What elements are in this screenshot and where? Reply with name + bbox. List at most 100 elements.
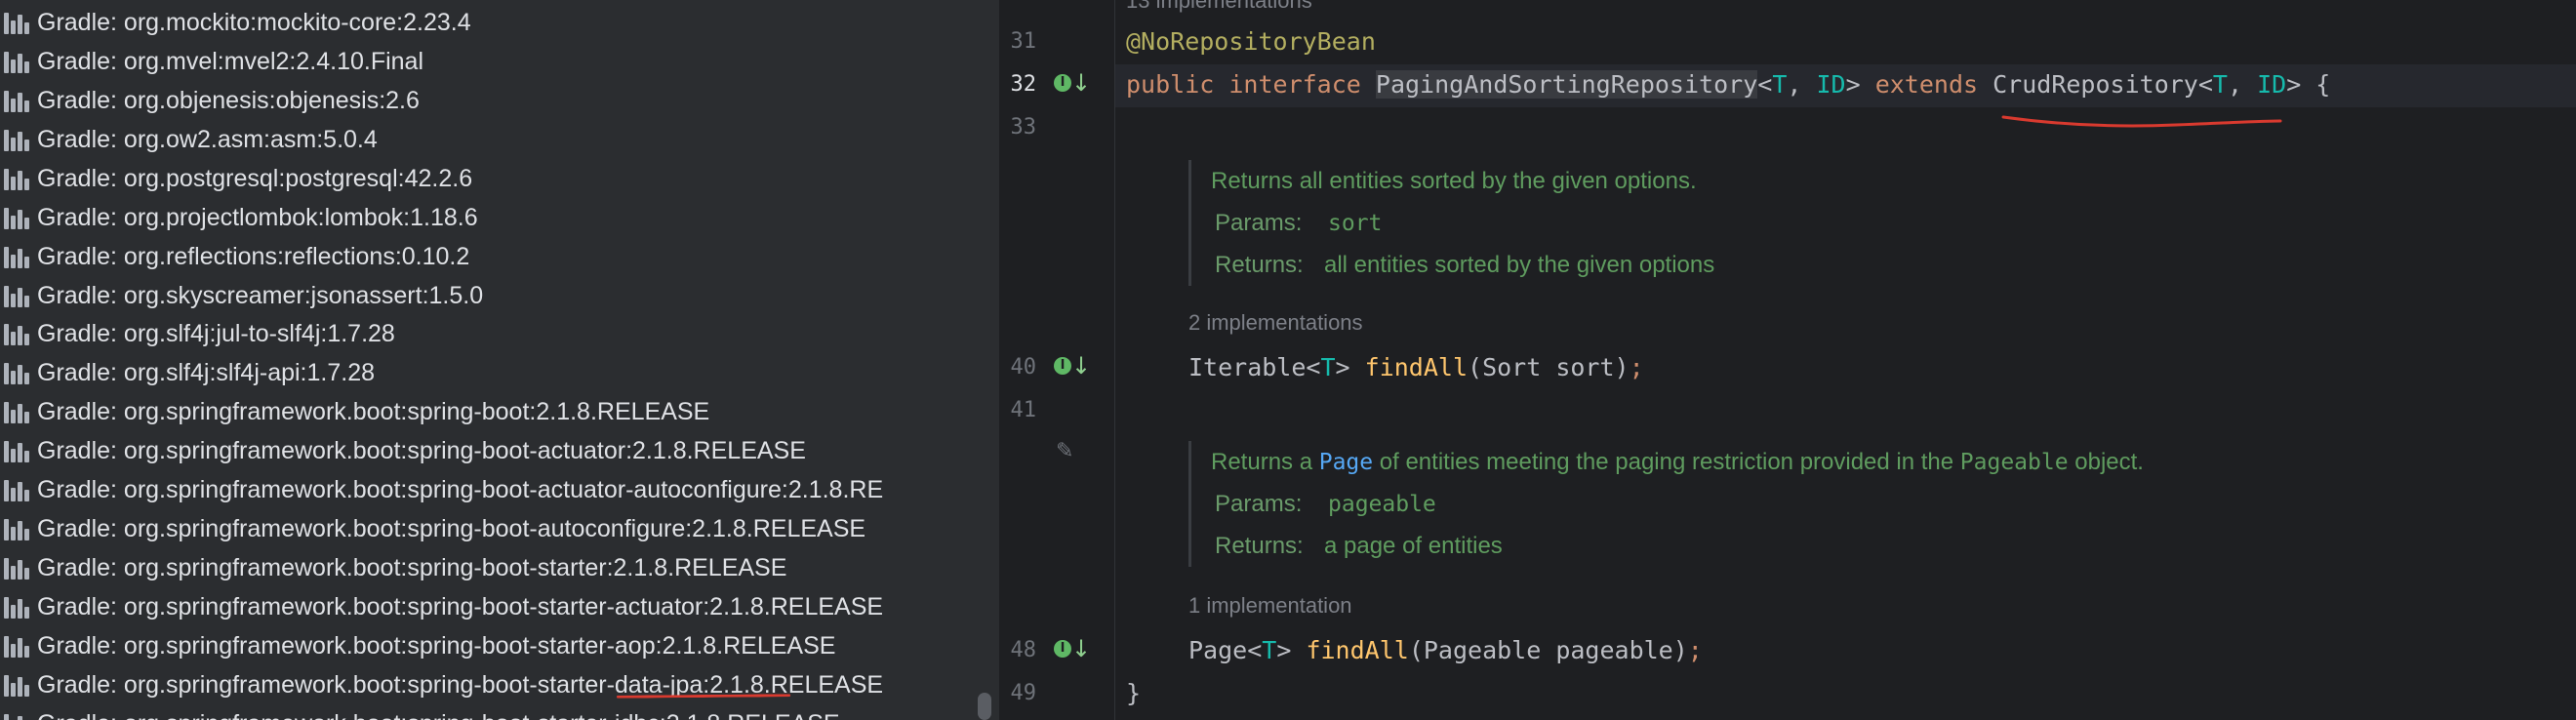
library-icon [2, 398, 31, 425]
library-item[interactable]: Gradle: org.springframework.boot:spring-… [0, 626, 835, 665]
editor-gutter: 31 32 33 40 41 48 49 I ↓ I ↓ I ↓ ✎ [1001, 0, 1115, 720]
library-item[interactable]: Gradle: org.postgresql:postgresql:42.2.6 [0, 159, 472, 198]
code-line-31: @NoRepositoryBean [1126, 27, 1376, 56]
library-item[interactable]: Gradle: org.springframework.boot:spring-… [0, 431, 806, 470]
library-item[interactable]: Gradle: org.slf4j:slf4j-api:1.7.28 [0, 353, 375, 392]
library-icon [2, 243, 31, 270]
doc-summary: Returns all entities sorted by the given… [1211, 168, 1697, 194]
library-name: Gradle: org.springframework.boot:spring-… [37, 553, 787, 581]
token: > [1845, 70, 1875, 99]
library-name: Gradle: org.skyscreamer:jsonassert:1.5.0 [37, 281, 484, 309]
library-icon [2, 437, 31, 464]
method-name[interactable]: findAll [1306, 636, 1408, 664]
keyword: extends [1874, 70, 1979, 99]
line-number: 32 [1010, 72, 1037, 97]
implementations-hint[interactable]: 1 implementation [1188, 593, 1352, 619]
library-item[interactable]: Gradle: org.springframework.boot:spring-… [0, 548, 786, 587]
implemented-by-icon[interactable]: I ↓ [1054, 353, 1091, 382]
library-name: Gradle: org.projectlombok:lombok:1.18.6 [37, 203, 478, 231]
method-args: (Pageable pageable) [1408, 636, 1688, 664]
token: < [1247, 636, 1263, 664]
javadoc-block: Returns all entities sorted by the given… [1188, 160, 1714, 286]
line-number: 33 [1010, 115, 1037, 140]
library-name: Gradle: org.springframework.boot:spring-… [37, 475, 884, 503]
library-name: Gradle: org.springframework.boot:spring-… [37, 514, 866, 542]
library-name: Gradle: org.objenesis:objenesis:2.6 [37, 86, 420, 114]
library-name: Gradle: org.springframework.boot:spring-… [37, 436, 806, 464]
line-number: 40 [1010, 355, 1037, 380]
library-icon [2, 554, 31, 581]
line-number: 31 [1010, 29, 1037, 54]
type-param: T [1320, 353, 1336, 381]
library-name: Gradle: org.springframework.boot:spring-… [37, 631, 836, 660]
interface-name: PagingAndSortingRepository [1375, 70, 1758, 99]
token: ; [1687, 636, 1703, 664]
doc-label: Returns: [1215, 252, 1304, 278]
code-line-40: Iterable<T> findAll(Sort sort); [1188, 353, 1644, 381]
scrollbar-thumb[interactable] [978, 693, 991, 720]
implementations-hint[interactable]: 2 implementations [1188, 310, 1363, 336]
library-item[interactable]: Gradle: org.mvel:mvel2:2.4.10.Final [0, 42, 423, 81]
library-name: Gradle: org.mvel:mvel2:2.4.10.Final [37, 47, 424, 75]
token: < [2197, 70, 2213, 99]
doc-label: Params: [1215, 210, 1303, 236]
token: , [2227, 70, 2258, 99]
library-icon [2, 9, 31, 36]
library-icon [2, 671, 31, 699]
library-icon [2, 165, 31, 192]
doc-params: Params: pageable [1211, 483, 2144, 525]
library-icon [2, 126, 31, 153]
library-name: Gradle: org.springframework.boot:spring-… [37, 710, 840, 720]
implementations-hint[interactable]: 13 implementations [1126, 0, 1312, 14]
library-item[interactable]: Gradle: org.springframework.boot:spring-… [0, 704, 840, 720]
doc-param-name: sort [1328, 211, 1383, 236]
doc-summary: Returns a Page of entities meeting the p… [1211, 441, 2144, 483]
library-icon [2, 87, 31, 114]
library-item[interactable]: Gradle: org.objenesis:objenesis:2.6 [0, 81, 420, 120]
doc-link[interactable]: Page [1319, 450, 1373, 475]
library-item[interactable]: Gradle: org.reflections:reflections:0.10… [0, 237, 469, 276]
code-editor[interactable]: 31 32 33 40 41 48 49 I ↓ I ↓ I ↓ ✎ 13 imple… [1001, 0, 2576, 720]
library-icon [2, 204, 31, 231]
library-name: Gradle: org.postgresql:postgresql:42.2.6 [37, 164, 473, 192]
doc-code: Pageable [1959, 450, 2069, 475]
library-item[interactable]: Gradle: org.springframework.boot:spring-… [0, 509, 865, 548]
library-item[interactable]: Gradle: org.springframework.boot:spring-… [0, 665, 883, 704]
library-item[interactable]: Gradle: org.skyscreamer:jsonassert:1.5.0 [0, 276, 483, 315]
code-line-32: public interface PagingAndSortingReposit… [1126, 70, 2330, 99]
library-icon [2, 282, 31, 309]
library-name: Gradle: org.reflections:reflections:0.10… [37, 242, 470, 270]
javadoc-block: Returns a Page of entities meeting the p… [1188, 441, 2144, 567]
library-name: Gradle: org.ow2.asm:asm:5.0.4 [37, 125, 378, 153]
library-item[interactable]: Gradle: org.projectlombok:lombok:1.18.6 [0, 198, 478, 237]
code-line-49: } [1126, 679, 1141, 707]
library-icon [2, 710, 31, 720]
library-item[interactable]: Gradle: org.springframework.boot:spring-… [0, 587, 883, 626]
keyword: public [1126, 70, 1215, 99]
library-name: Gradle: org.springframework.boot:spring-… [37, 397, 710, 425]
library-name: Gradle: org.slf4j:jul-to-slf4j:1.7.28 [37, 319, 395, 347]
library-item[interactable]: Gradle: org.ow2.asm:asm:5.0.4 [0, 120, 378, 159]
token: > [1335, 353, 1365, 381]
implemented-by-icon[interactable]: I ↓ [1054, 70, 1091, 100]
library-icon [2, 593, 31, 620]
library-item[interactable]: Gradle: org.springframework.boot:spring-… [0, 392, 709, 431]
pencil-icon[interactable]: ✎ [1056, 439, 1073, 463]
library-item[interactable]: Gradle: org.mockito:mockito-core:2.23.4 [0, 3, 471, 42]
doc-text: of entities meeting the paging restricti… [1373, 449, 1960, 475]
implemented-by-icon[interactable]: I ↓ [1054, 636, 1091, 665]
super-interface-name[interactable]: CrudRepository [1992, 70, 2198, 99]
token: > [1276, 636, 1307, 664]
token: < [1757, 70, 1773, 99]
return-type: Iterable [1188, 353, 1307, 381]
library-icon [2, 632, 31, 660]
library-item[interactable]: Gradle: org.slf4j:jul-to-slf4j:1.7.28 [0, 314, 395, 353]
library-name: Gradle: org.mockito:mockito-core:2.23.4 [37, 8, 471, 36]
annotation: @NoRepositoryBean [1126, 27, 1376, 56]
library-item[interactable]: Gradle: org.springframework.boot:spring-… [0, 470, 883, 509]
doc-text: object. [2068, 449, 2144, 475]
method-name[interactable]: findAll [1365, 353, 1468, 381]
library-icon [2, 515, 31, 542]
doc-return-text: a page of entities [1324, 533, 1503, 559]
library-name: Gradle: org.springframework.boot:spring-… [37, 592, 884, 620]
